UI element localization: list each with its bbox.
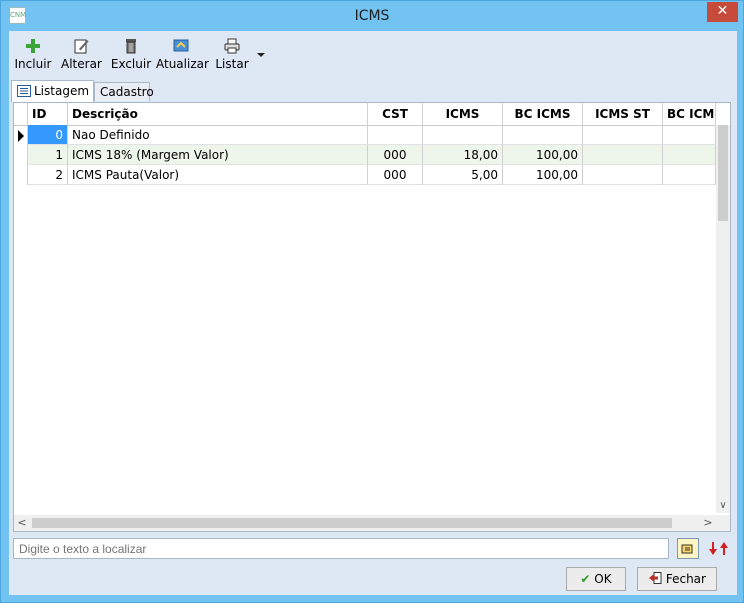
tab-listagem-label: Listagem — [34, 84, 90, 98]
cell-cst[interactable]: 000 — [368, 165, 423, 185]
excluir-button[interactable]: Excluir — [110, 35, 152, 75]
icms-grid: ID Descrição CST ICMS BC ICMS ICMS ST BC… — [14, 103, 730, 531]
vertical-scroll-thumb[interactable] — [718, 125, 728, 221]
cell-cst[interactable] — [368, 125, 423, 145]
cell-bc-icms[interactable] — [503, 125, 583, 145]
cell-id[interactable]: 0 — [28, 125, 68, 145]
cell-icms[interactable] — [423, 125, 503, 145]
row-indicator — [14, 125, 28, 145]
table-row[interactable]: 0 Nao Definido — [14, 125, 716, 145]
horizontal-scrollbar[interactable]: < > — [14, 515, 730, 531]
incluir-label: Incluir — [14, 57, 52, 71]
alterar-button[interactable]: Alterar — [61, 35, 102, 75]
row-indicator — [14, 145, 28, 165]
cell-bc-icms[interactable]: 100,00 — [503, 165, 583, 185]
sort-arrows-icon — [709, 542, 728, 555]
col-header-bc-icms-st[interactable]: BC ICMS — [663, 103, 716, 125]
sort-button[interactable] — [706, 538, 732, 559]
col-header-id[interactable]: ID — [28, 103, 68, 125]
cell-icms-st[interactable] — [583, 165, 663, 185]
listar-dropdown-caret-icon[interactable] — [257, 53, 265, 57]
cell-bc-icms-st[interactable] — [663, 125, 716, 145]
fechar-label: Fechar — [665, 572, 706, 586]
printer-icon — [224, 38, 240, 54]
tab-cadastro[interactable]: Cadastro — [94, 82, 154, 101]
exit-door-icon — [649, 572, 662, 584]
cell-bc-icms-st[interactable] — [663, 145, 716, 165]
scroll-right-icon[interactable]: > — [700, 515, 716, 531]
plus-icon — [26, 39, 40, 53]
grid-header: ID Descrição CST ICMS BC ICMS ICMS ST BC… — [14, 103, 730, 126]
cell-icms[interactable]: 18,00 — [423, 145, 503, 165]
incluir-button[interactable]: Incluir — [14, 35, 52, 75]
cell-descricao[interactable]: ICMS 18% (Margem Valor) — [68, 145, 368, 165]
tab-cadastro-label: Cadastro — [100, 85, 154, 99]
cell-bc-icms-st[interactable] — [663, 165, 716, 185]
find-button[interactable] — [677, 538, 699, 559]
ok-button[interactable]: ✔ OK — [566, 567, 626, 591]
col-header-icms[interactable]: ICMS — [423, 103, 503, 125]
client-area: Incluir Alterar Excluir Atualizar Listar — [9, 31, 737, 595]
cell-descricao[interactable]: Nao Definido — [68, 125, 368, 145]
cell-bc-icms[interactable]: 100,00 — [503, 145, 583, 165]
excluir-label: Excluir — [110, 57, 152, 71]
row-indicator — [14, 165, 28, 185]
window-title: ICMS — [354, 8, 390, 24]
col-header-descricao[interactable]: Descrição — [68, 103, 368, 125]
title-bar: CNM ICMS ✕ — [1, 1, 743, 31]
find-hand-icon — [681, 544, 693, 554]
indicator-header — [14, 103, 28, 125]
col-header-bc-icms[interactable]: BC ICMS — [503, 103, 583, 125]
col-header-icms-st[interactable]: ICMS ST — [583, 103, 663, 125]
list-icon — [17, 85, 31, 97]
col-header-cst[interactable]: CST — [368, 103, 423, 125]
close-button[interactable]: ✕ — [707, 2, 738, 22]
listar-button[interactable]: Listar — [214, 35, 250, 75]
tab-listagem[interactable]: Listagem — [11, 80, 94, 102]
horizontal-scroll-thumb[interactable] — [32, 518, 672, 528]
refresh-icon — [173, 39, 189, 52]
toolbar: Incluir Alterar Excluir Atualizar Listar — [9, 31, 737, 79]
cell-cst[interactable]: 000 — [368, 145, 423, 165]
cell-icms-st[interactable] — [583, 145, 663, 165]
check-icon: ✔ — [580, 572, 591, 586]
table-row[interactable]: 2 ICMS Pauta(Valor) 000 5,00 100,00 — [14, 165, 716, 185]
fechar-button[interactable]: Fechar — [637, 567, 717, 591]
atualizar-label: Atualizar — [156, 57, 209, 71]
ok-label: OK — [594, 572, 612, 586]
cell-id[interactable]: 2 — [28, 165, 68, 185]
cell-icms-st[interactable] — [583, 125, 663, 145]
listagem-panel: ID Descrição CST ICMS BC ICMS ICMS ST BC… — [13, 102, 731, 532]
cell-id[interactable]: 1 — [28, 145, 68, 165]
scroll-down-icon[interactable]: ∨ — [716, 499, 730, 513]
search-input[interactable] — [13, 538, 669, 559]
table-row[interactable]: 1 ICMS 18% (Margem Valor) 000 18,00 100,… — [14, 145, 716, 165]
current-row-arrow-icon — [18, 130, 24, 142]
vertical-scrollbar[interactable]: ∨ — [716, 125, 730, 513]
alterar-label: Alterar — [61, 57, 102, 71]
scroll-left-icon[interactable]: < — [14, 515, 30, 531]
tab-strip: Listagem Cadastro — [9, 80, 737, 102]
cell-descricao[interactable]: ICMS Pauta(Valor) — [68, 165, 368, 185]
listar-label: Listar — [215, 57, 249, 71]
trash-icon — [126, 39, 136, 54]
cell-icms[interactable]: 5,00 — [423, 165, 503, 185]
atualizar-button[interactable]: Atualizar — [156, 35, 209, 75]
window: CNM ICMS ✕ Incluir Alterar Excluir Atual… — [0, 0, 744, 603]
edit-icon — [74, 39, 89, 54]
